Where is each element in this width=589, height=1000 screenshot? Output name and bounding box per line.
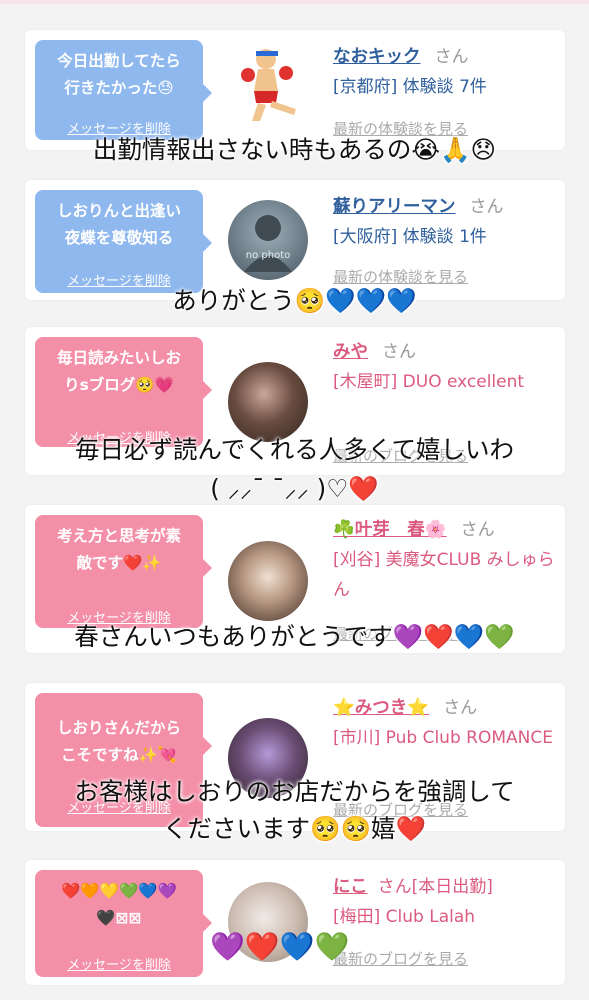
user-silhouette-icon bbox=[244, 215, 292, 272]
message-text: しおりさんだから こそですね✨💘 bbox=[56, 719, 181, 764]
user-meta: [木屋町] DUO excellent bbox=[333, 372, 525, 392]
user-meta: [大阪府] 体験談 1件 bbox=[333, 227, 487, 247]
user-name-link[interactable]: ☘️叶芽 春🌸 bbox=[333, 520, 447, 540]
message-text: 毎日読みたいしお りsブログ🥺💗 bbox=[56, 349, 181, 394]
avatar-placeholder-text: no photo bbox=[245, 250, 291, 261]
avatar[interactable]: no photo bbox=[228, 200, 308, 280]
user-info: にこ さん[本日出勤] [梅田] Club Lalah bbox=[333, 872, 558, 932]
caption-6: 💜❤️💙💚 bbox=[210, 930, 350, 963]
caption-5-line2: くださいます🥺🥺嬉❤️ bbox=[162, 814, 426, 843]
user-info: ☘️叶芽 春🌸 さん [刈谷] 美魔女CLUB みしゅらん bbox=[333, 515, 558, 605]
honorific: さん bbox=[469, 197, 504, 217]
honorific: さん bbox=[434, 47, 469, 67]
caption-4: 春さんいつもありがとうです💜❤️💙💚 bbox=[74, 622, 515, 651]
user-meta: [梅田] Club Lalah bbox=[333, 907, 476, 927]
user-name-link[interactable]: 蘇りアリーマン bbox=[333, 197, 456, 217]
user-info: 蘇りアリーマン さん [大阪府] 体験談 1件 bbox=[333, 192, 558, 252]
message-text: 考え方と思考が素 敵です❤️✨ bbox=[56, 527, 181, 572]
message-bubble: 今日出勤してたら 行きたかった😓 メッセージを削除 bbox=[35, 40, 212, 140]
top-accent-line bbox=[0, 0, 589, 4]
message-bubble: 考え方と思考が素 敵です❤️✨ メッセージを削除 bbox=[35, 515, 212, 628]
delete-message-link[interactable]: メッセージを削除 bbox=[35, 954, 203, 973]
avatar[interactable] bbox=[228, 541, 308, 621]
message-card: 今日出勤してたら 行きたかった😓 メッセージを削除 なおキック さん [京都府] … bbox=[25, 30, 565, 150]
user-info: ⭐️みつき⭐️ さん [市川] Pub Club ROMANCE bbox=[333, 693, 558, 753]
honorific: さん bbox=[382, 342, 416, 362]
bubble-arrow bbox=[203, 84, 212, 102]
caption-1: 出勤情報出さない時もあるの😭🙏😞 bbox=[92, 135, 497, 164]
user-name-link[interactable]: なおキック bbox=[333, 47, 421, 67]
user-meta: [京都府] 体験談 7件 bbox=[333, 77, 487, 97]
message-text: ❤️🧡💛💚💙💜 🖤⊠⊠ bbox=[61, 882, 177, 927]
kickboxer-mascot-icon bbox=[241, 49, 296, 121]
user-info: みや さん [木屋町] DUO excellent bbox=[333, 337, 558, 397]
message-card: ❤️🧡💛💚💙💜 🖤⊠⊠ メッセージを削除 にこ さん[本日出勤] [梅田] Clu… bbox=[25, 860, 565, 985]
user-name-link[interactable]: ⭐️みつき⭐️ bbox=[333, 698, 429, 718]
honorific: さん bbox=[443, 698, 478, 718]
message-card: しおりんと出逢い 夜蝶を尊敬知る メッセージを削除 no photo 蘇りアリー… bbox=[25, 180, 565, 300]
message-bubble: しおりんと出逢い 夜蝶を尊敬知る メッセージを削除 bbox=[35, 190, 212, 293]
avatar[interactable] bbox=[228, 362, 308, 442]
avatar[interactable] bbox=[228, 45, 308, 125]
user-info: なおキック さん [京都府] 体験談 7件 bbox=[333, 42, 558, 102]
caption-5-line1: お客様はしおりのお店だからを強調して bbox=[74, 777, 515, 806]
message-bubble: ❤️🧡💛💚💙💜 🖤⊠⊠ メッセージを削除 bbox=[35, 870, 212, 977]
message-text: 今日出勤してたら 行きたかった😓 bbox=[57, 52, 181, 97]
bubble-arrow bbox=[203, 737, 212, 755]
user-name-link[interactable]: みや bbox=[333, 342, 368, 362]
caption-2: ありがとう🥺💙💙💙 bbox=[172, 286, 417, 315]
user-name-link[interactable]: にこ bbox=[333, 877, 368, 897]
bubble-arrow bbox=[203, 234, 212, 252]
honorific: さん bbox=[460, 520, 495, 540]
user-meta: [市川] Pub Club ROMANCE bbox=[333, 728, 553, 748]
honorific: さん[本日出勤] bbox=[377, 877, 493, 897]
message-bubble: 毎日読みたいしお りsブログ🥺💗 メッセージを削除 bbox=[35, 337, 212, 447]
caption-3-line2: ( ⸝⸝¯ ¯⸝⸝ )♡❤️ bbox=[210, 474, 379, 503]
caption-3-line1: 毎日必ず読んでくれる人多くて嬉しいわ bbox=[74, 435, 515, 464]
bubble-arrow bbox=[203, 381, 212, 399]
latest-post-link[interactable]: 最新のブログを見る bbox=[333, 948, 468, 969]
user-meta: [刈谷] 美魔女CLUB みしゅらん bbox=[333, 550, 555, 600]
bubble-arrow bbox=[203, 559, 212, 577]
message-text: しおりんと出逢い 夜蝶を尊敬知る bbox=[56, 202, 181, 247]
